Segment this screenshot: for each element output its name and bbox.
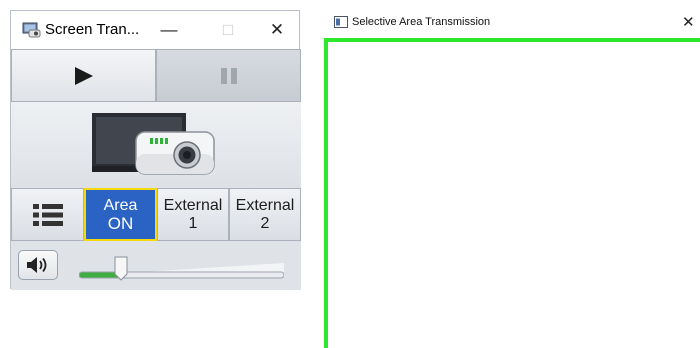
list-menu-icon xyxy=(32,203,63,226)
selection-frame[interactable] xyxy=(324,38,700,348)
external-1-number: 1 xyxy=(188,214,198,232)
selection-window-title: Selective Area Transmission xyxy=(352,16,491,28)
play-icon xyxy=(74,66,93,85)
app-icon xyxy=(22,22,41,38)
external-1-button[interactable]: External 1 xyxy=(157,188,229,241)
transport-controls xyxy=(11,49,301,102)
projector-display-area xyxy=(11,102,301,189)
pause-button[interactable] xyxy=(156,49,301,102)
pause-icon xyxy=(220,67,237,84)
area-on-button[interactable]: Area ON xyxy=(84,188,157,241)
window-title: Screen Tran... xyxy=(45,21,140,38)
mute-button[interactable] xyxy=(18,250,58,280)
selection-title-bar: Selective Area Transmission ✕ xyxy=(324,8,700,38)
external-2-button[interactable]: External 2 xyxy=(229,188,301,241)
screen-transmission-window: Screen Tran... — □ ✕ Area ON External 1 … xyxy=(10,10,301,290)
volume-row xyxy=(11,241,301,290)
projector-display-icon xyxy=(92,113,215,175)
title-bar: Screen Tran... — □ ✕ xyxy=(11,11,299,49)
selective-area-transmission-window: Selective Area Transmission ✕ xyxy=(324,8,700,348)
external-2-number: 2 xyxy=(260,214,270,232)
area-button-label: Area xyxy=(103,196,138,214)
selection-close-button[interactable]: ✕ xyxy=(682,13,695,31)
minimize-button[interactable]: — xyxy=(155,16,183,44)
play-button[interactable] xyxy=(11,49,156,102)
speaker-icon xyxy=(27,257,47,273)
source-selector-row: Area ON External 1 External 2 xyxy=(11,188,301,241)
area-button-state: ON xyxy=(107,213,134,233)
volume-slider[interactable] xyxy=(79,254,284,282)
external-1-label: External xyxy=(163,196,223,214)
maximize-button[interactable]: □ xyxy=(214,16,242,44)
close-button[interactable]: ✕ xyxy=(263,16,291,44)
window-icon xyxy=(334,16,348,28)
external-2-label: External xyxy=(235,196,295,214)
menu-button[interactable] xyxy=(11,188,84,241)
volume-level-fill xyxy=(79,272,120,278)
